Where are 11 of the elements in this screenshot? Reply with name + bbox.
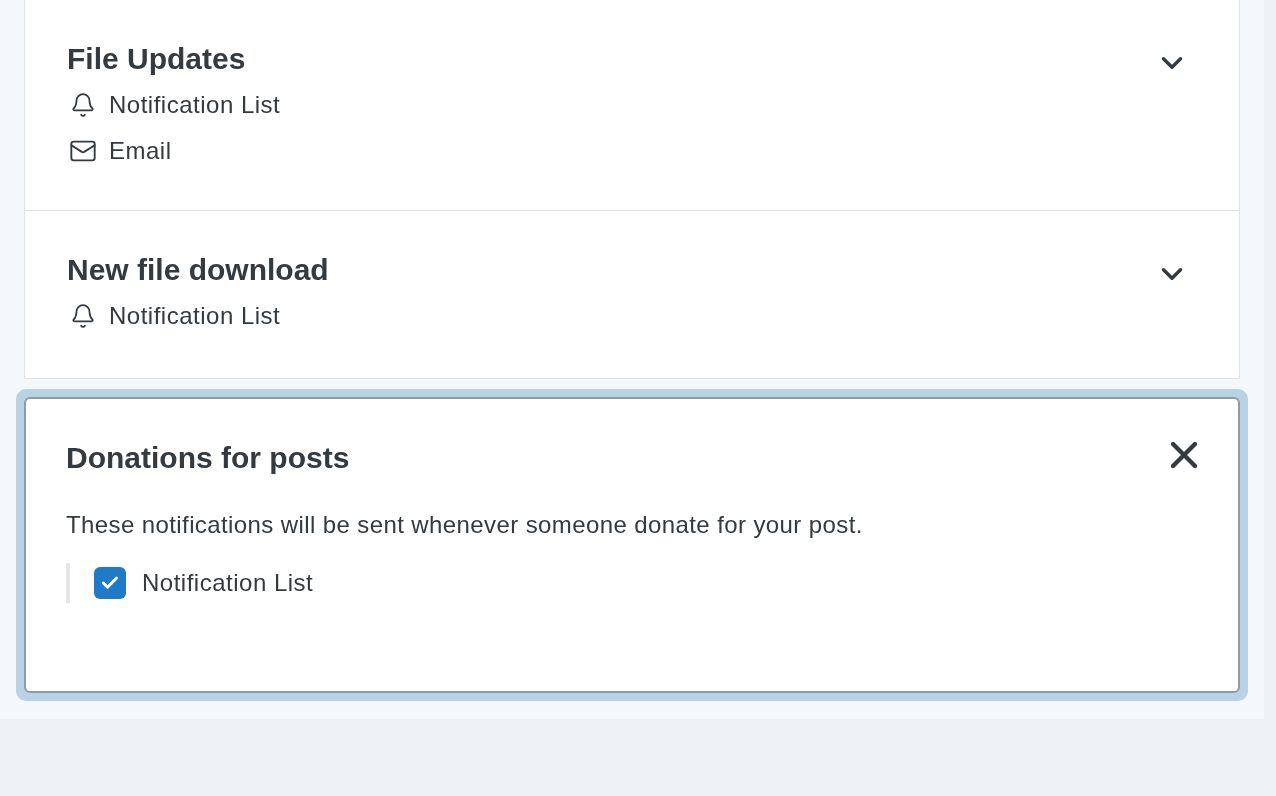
option-label: Notification List [142,568,314,598]
bell-icon [70,303,96,329]
section-title: Donations for posts [66,440,350,476]
section-title: File Updates [67,41,247,77]
channel-label: Notification List [109,301,281,331]
checkbox[interactable] [94,567,126,599]
channel-label: Email [109,136,172,166]
channel-label: Notification List [109,90,281,120]
bell-icon [70,92,96,118]
description-text: These notifications will be sent whenever someone donate for your post. [66,510,864,540]
section-title: New file download [67,252,329,288]
